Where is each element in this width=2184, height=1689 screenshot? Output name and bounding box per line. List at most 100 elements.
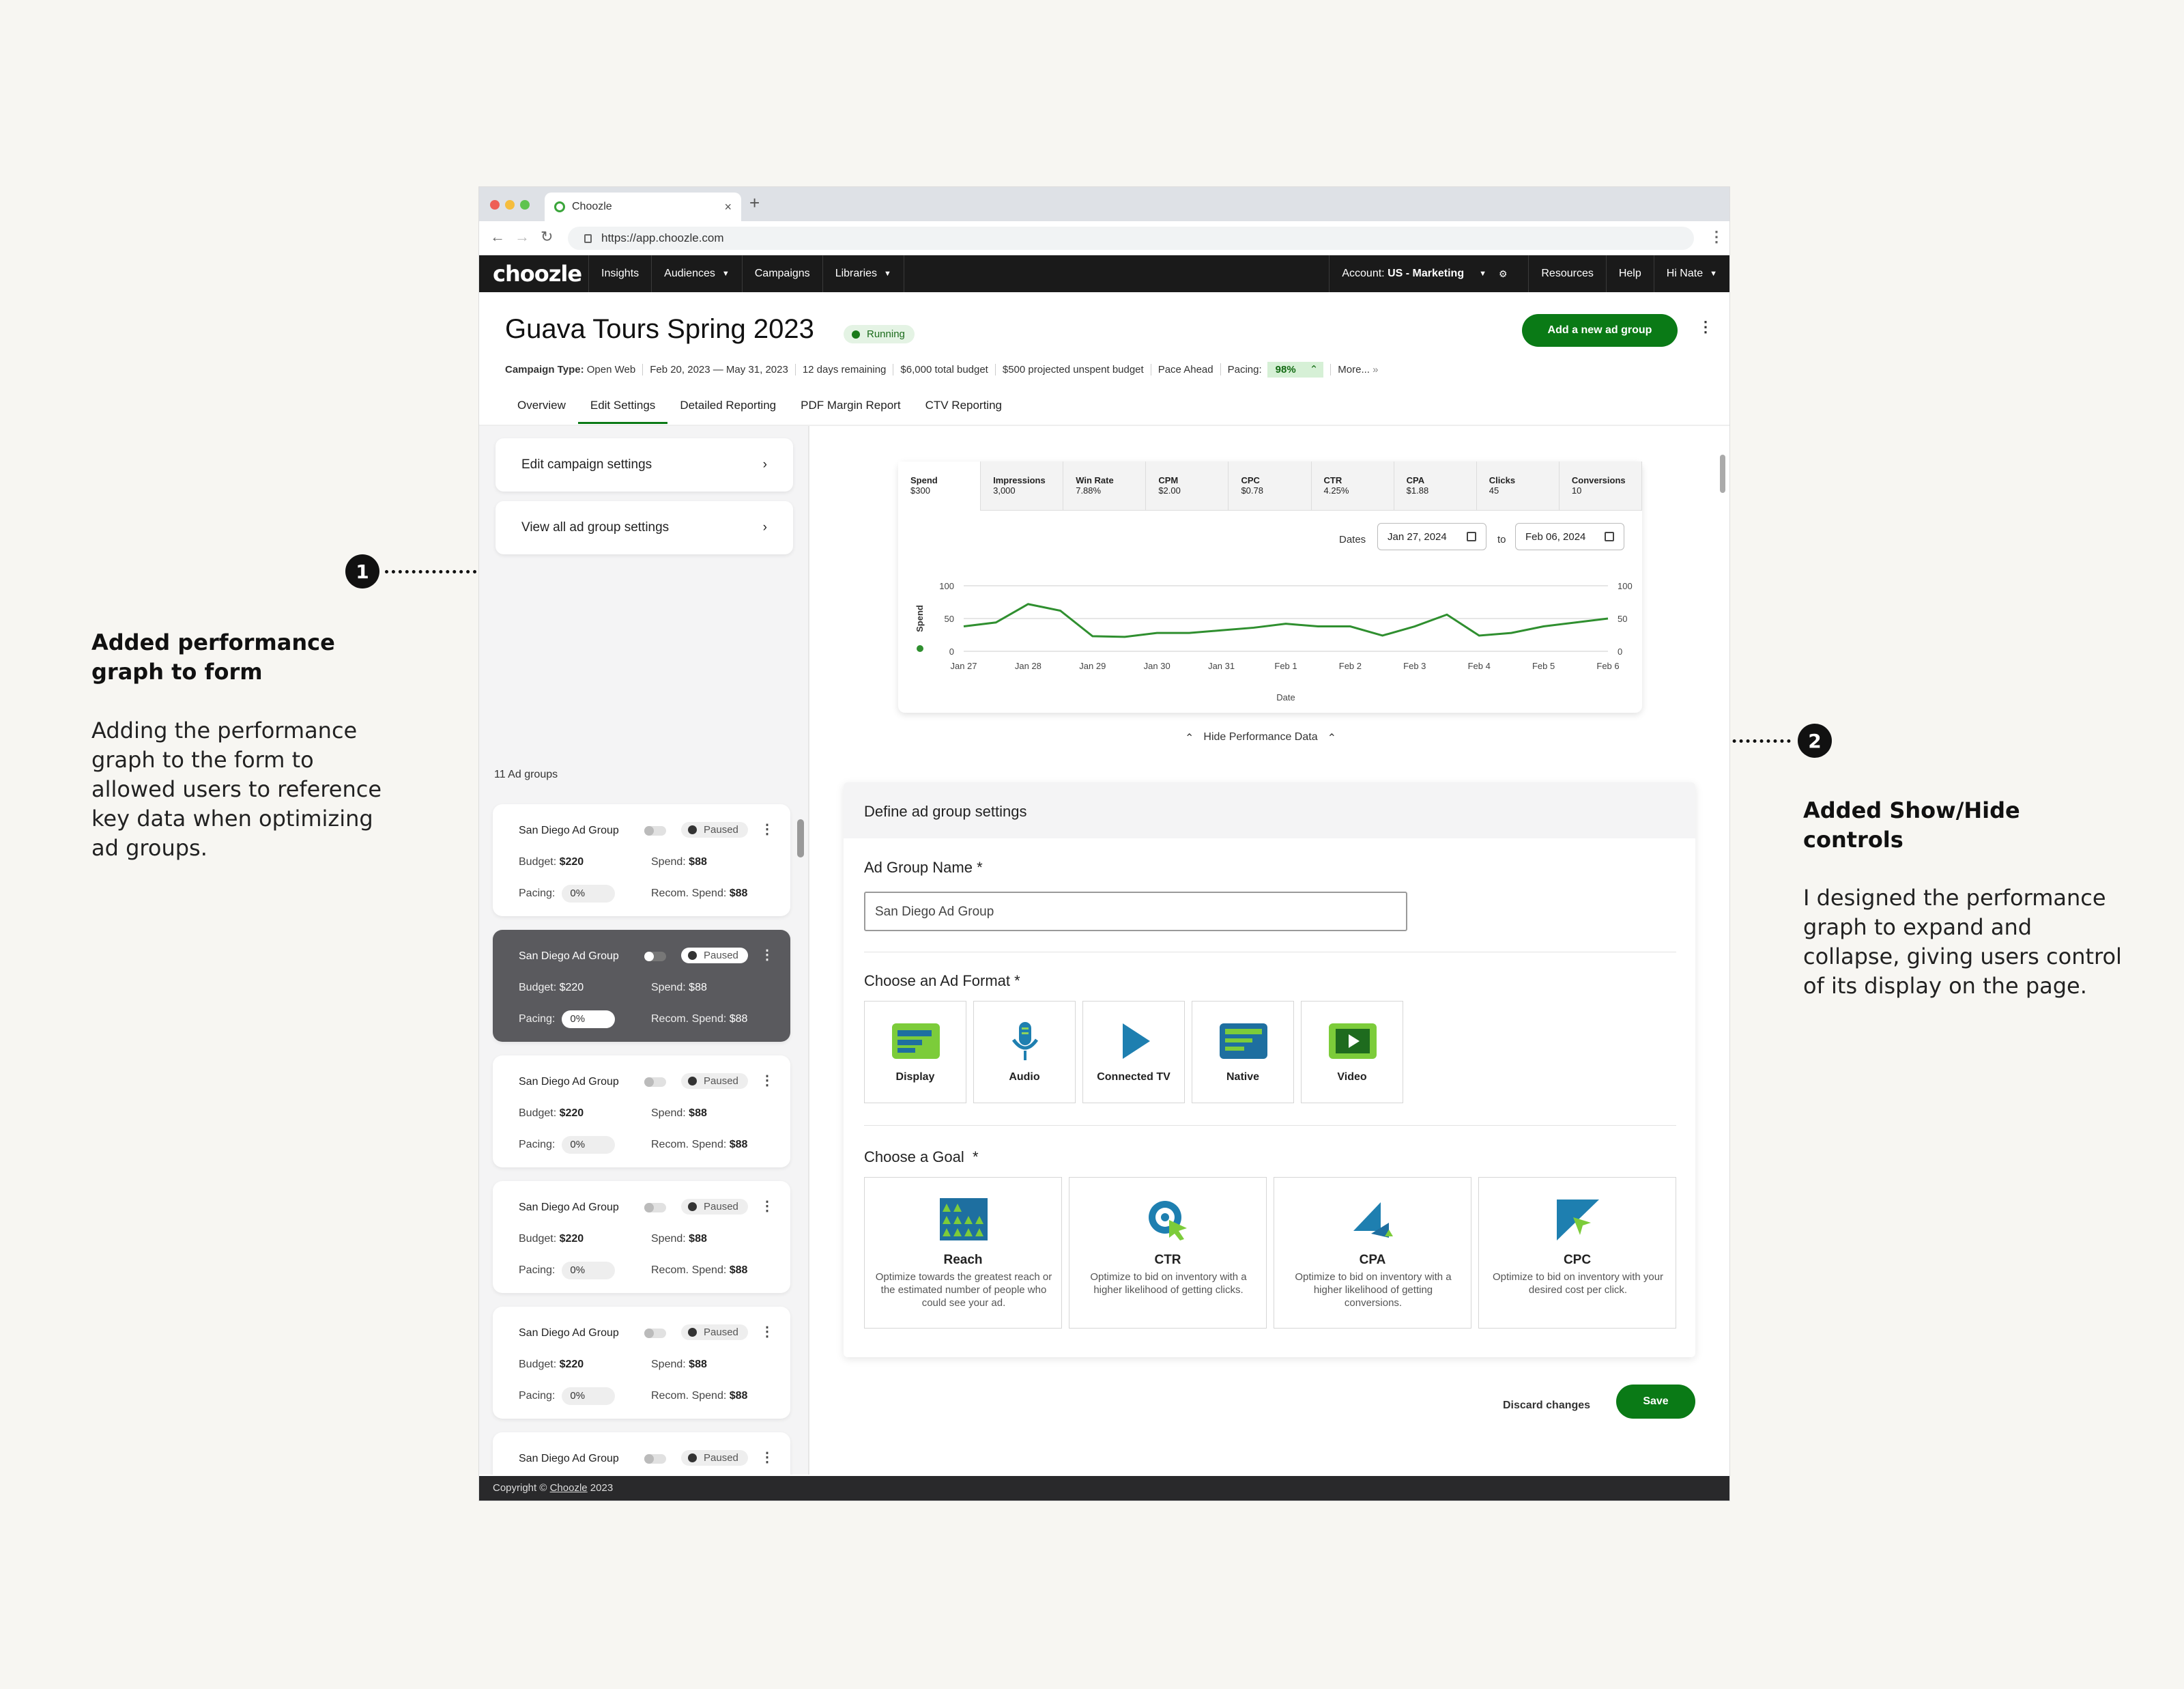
toggle-knob bbox=[644, 952, 654, 961]
reload-icon[interactable]: ↻ bbox=[541, 228, 553, 246]
more-link[interactable]: More... » bbox=[1330, 363, 1385, 375]
hide-performance-toggle[interactable]: ⌃ Hide Performance Data ⌃ bbox=[1185, 731, 1336, 745]
performance-graph: Spend $300 Impressions 3,000 Win Rate 7.88% CP… bbox=[898, 462, 1642, 713]
tab-edit-settings[interactable]: Edit Settings bbox=[577, 392, 668, 424]
footer-brand-link[interactable]: Choozle bbox=[550, 1482, 588, 1494]
ad-group-card[interactable]: San Diego Ad GroupPaused⋮Budget: $220Spe… bbox=[493, 1432, 790, 1475]
more-options-icon[interactable]: ⋮ bbox=[1698, 318, 1713, 336]
goal-cpc[interactable]: CPC Optimize to bid on inventory with yo… bbox=[1478, 1177, 1676, 1329]
metric-tab-clicks[interactable]: Clicks 45 bbox=[1476, 462, 1560, 511]
list-scrollbar[interactable] bbox=[797, 819, 804, 857]
new-tab-icon[interactable]: + bbox=[749, 193, 760, 214]
minimize-window-icon[interactable] bbox=[505, 200, 515, 210]
card-menu-icon[interactable]: ⋮ bbox=[760, 1072, 774, 1089]
close-window-icon[interactable] bbox=[490, 200, 500, 210]
save-button[interactable]: Save bbox=[1616, 1385, 1695, 1419]
view-all-ad-group-settings-button[interactable]: View all ad group settings › bbox=[495, 501, 793, 554]
user-menu[interactable]: Hi Nate ▼ bbox=[1653, 255, 1729, 292]
status-badge-label: Paused bbox=[704, 1201, 738, 1212]
tab-pdf-margin-report[interactable]: PDF Margin Report bbox=[788, 392, 913, 424]
choozle-logo[interactable]: choozle bbox=[479, 261, 588, 287]
date-from-field[interactable]: Jan 27, 2024 bbox=[1377, 523, 1486, 550]
discard-changes-button[interactable]: Discard changes bbox=[1503, 1400, 1590, 1412]
ad-group-card[interactable]: San Diego Ad GroupPaused⋮Budget: $220Spe… bbox=[493, 930, 790, 1042]
x-tick-label: Jan 31 bbox=[1208, 661, 1235, 671]
active-toggle[interactable] bbox=[644, 1077, 666, 1087]
card-menu-icon[interactable]: ⋮ bbox=[760, 946, 774, 963]
paused-dot-icon bbox=[688, 825, 697, 834]
active-toggle[interactable] bbox=[644, 1329, 666, 1338]
forward-icon[interactable]: → bbox=[515, 228, 530, 246]
settings-icon[interactable]: ⚙ bbox=[1499, 268, 1508, 280]
card-menu-icon[interactable]: ⋮ bbox=[760, 1323, 774, 1340]
hide-performance-label: Hide Performance Data bbox=[1203, 731, 1318, 743]
format-audio[interactable]: Audio bbox=[973, 1001, 1076, 1103]
metric-tab-spend[interactable]: Spend $300 bbox=[898, 462, 981, 511]
spend-line-chart: 0 0 50 50 100 100 Jan 27 Jan 28 Jan 29 Jan 30 Jan … bbox=[915, 581, 1633, 702]
card-menu-icon[interactable]: ⋮ bbox=[760, 1197, 774, 1215]
card-menu-icon[interactable]: ⋮ bbox=[760, 821, 774, 838]
browser-tab[interactable]: Choozle × bbox=[545, 193, 741, 221]
active-toggle[interactable] bbox=[644, 1203, 666, 1212]
spend: Spend: $88 bbox=[651, 1359, 707, 1371]
paused-dot-icon bbox=[688, 1077, 697, 1085]
ad-group-name-input[interactable]: San Diego Ad Group bbox=[864, 892, 1407, 931]
back-icon[interactable]: ← bbox=[490, 228, 505, 246]
goal-ctr[interactable]: CTR Optimize to bid on inventory with a … bbox=[1069, 1177, 1267, 1329]
date-to-field[interactable]: Feb 06, 2024 bbox=[1515, 523, 1624, 550]
metric-tab-cpm[interactable]: CPM $2.00 bbox=[1146, 462, 1229, 511]
nav-campaigns[interactable]: Campaigns bbox=[741, 255, 822, 292]
calendar-icon[interactable] bbox=[1467, 532, 1476, 541]
metric-tab-cpa[interactable]: CPA $1.88 bbox=[1394, 462, 1477, 511]
x-tick-label: Feb 4 bbox=[1468, 661, 1491, 671]
ad-group-card[interactable]: San Diego Ad GroupPaused⋮Budget: $220Spe… bbox=[493, 804, 790, 916]
metric-tab-cpc[interactable]: CPC $0.78 bbox=[1228, 462, 1312, 511]
metric-tab-conversions[interactable]: Conversions 10 bbox=[1559, 462, 1642, 511]
page-scrollbar[interactable] bbox=[1720, 455, 1725, 493]
close-tab-icon[interactable]: × bbox=[724, 200, 732, 214]
tab-overview[interactable]: Overview bbox=[505, 392, 578, 424]
pacing-label: Pacing: bbox=[519, 1139, 556, 1151]
nav-resources[interactable]: Resources bbox=[1528, 255, 1605, 292]
goal-cpa[interactable]: CPA Optimize to bid on inventory with a … bbox=[1274, 1177, 1471, 1329]
browser-menu-icon[interactable]: ⋮ bbox=[1709, 228, 1724, 246]
account-prefix: Account: bbox=[1342, 268, 1385, 279]
recom-spend-label: Recom. Spend: bbox=[651, 1264, 727, 1276]
ad-group-card[interactable]: San Diego Ad GroupPaused⋮Budget: $220Spe… bbox=[493, 1307, 790, 1419]
form-section-title: Define ad group settings bbox=[844, 782, 1695, 838]
format-video[interactable]: Video bbox=[1301, 1001, 1403, 1103]
chevron-down-icon: ▼ bbox=[1479, 270, 1486, 278]
add-ad-group-button[interactable]: Add a new ad group bbox=[1522, 314, 1678, 347]
toggle-knob bbox=[644, 826, 654, 836]
metric-label: CPC bbox=[1241, 475, 1260, 485]
metric-tab-ctr[interactable]: CTR 4.25% bbox=[1311, 462, 1394, 511]
tab-detailed-reporting[interactable]: Detailed Reporting bbox=[667, 392, 788, 424]
tab-ctv-reporting[interactable]: CTV Reporting bbox=[913, 392, 1014, 424]
nav-insights[interactable]: Insights bbox=[588, 255, 651, 292]
ad-group-card[interactable]: San Diego Ad GroupPaused⋮Budget: $220Spe… bbox=[493, 1055, 790, 1167]
active-toggle[interactable] bbox=[644, 826, 666, 836]
nav-help[interactable]: Help bbox=[1605, 255, 1654, 292]
format-native[interactable]: Native bbox=[1192, 1001, 1294, 1103]
calendar-icon[interactable] bbox=[1605, 532, 1614, 541]
nav-libraries[interactable]: Libraries ▼ bbox=[822, 255, 904, 292]
recom-spend-value: $88 bbox=[729, 1390, 748, 1402]
active-toggle[interactable] bbox=[644, 952, 666, 961]
ad-group-card[interactable]: San Diego Ad GroupPaused⋮Budget: $220Spe… bbox=[493, 1181, 790, 1293]
format-connected-tv[interactable]: Connected TV bbox=[1082, 1001, 1185, 1103]
required-marker: * bbox=[973, 1148, 979, 1165]
metric-tab-win-rate[interactable]: Win Rate 7.88% bbox=[1063, 462, 1147, 511]
edit-campaign-settings-button[interactable]: Edit campaign settings › bbox=[495, 438, 793, 492]
goal-reach[interactable]: Reach Optimize towards the greatest reac… bbox=[864, 1177, 1062, 1329]
recom-spend-label: Recom. Spend: bbox=[651, 888, 727, 899]
active-toggle[interactable] bbox=[644, 1454, 666, 1464]
card-menu-icon[interactable]: ⋮ bbox=[760, 1449, 774, 1466]
spend-series-line bbox=[963, 603, 1609, 638]
format-display[interactable]: Display bbox=[864, 1001, 966, 1103]
url-bar[interactable]: https://app.choozle.com bbox=[568, 227, 1694, 250]
maximize-window-icon[interactable] bbox=[520, 200, 530, 210]
account-selector[interactable]: Account: US - Marketing ▼ ⚙ bbox=[1329, 255, 1528, 292]
metric-tab-impressions[interactable]: Impressions 3,000 bbox=[981, 462, 1064, 511]
nav-audiences[interactable]: Audiences ▼ bbox=[651, 255, 742, 292]
left-panel: Edit campaign settings › View all ad grou… bbox=[479, 426, 809, 1475]
